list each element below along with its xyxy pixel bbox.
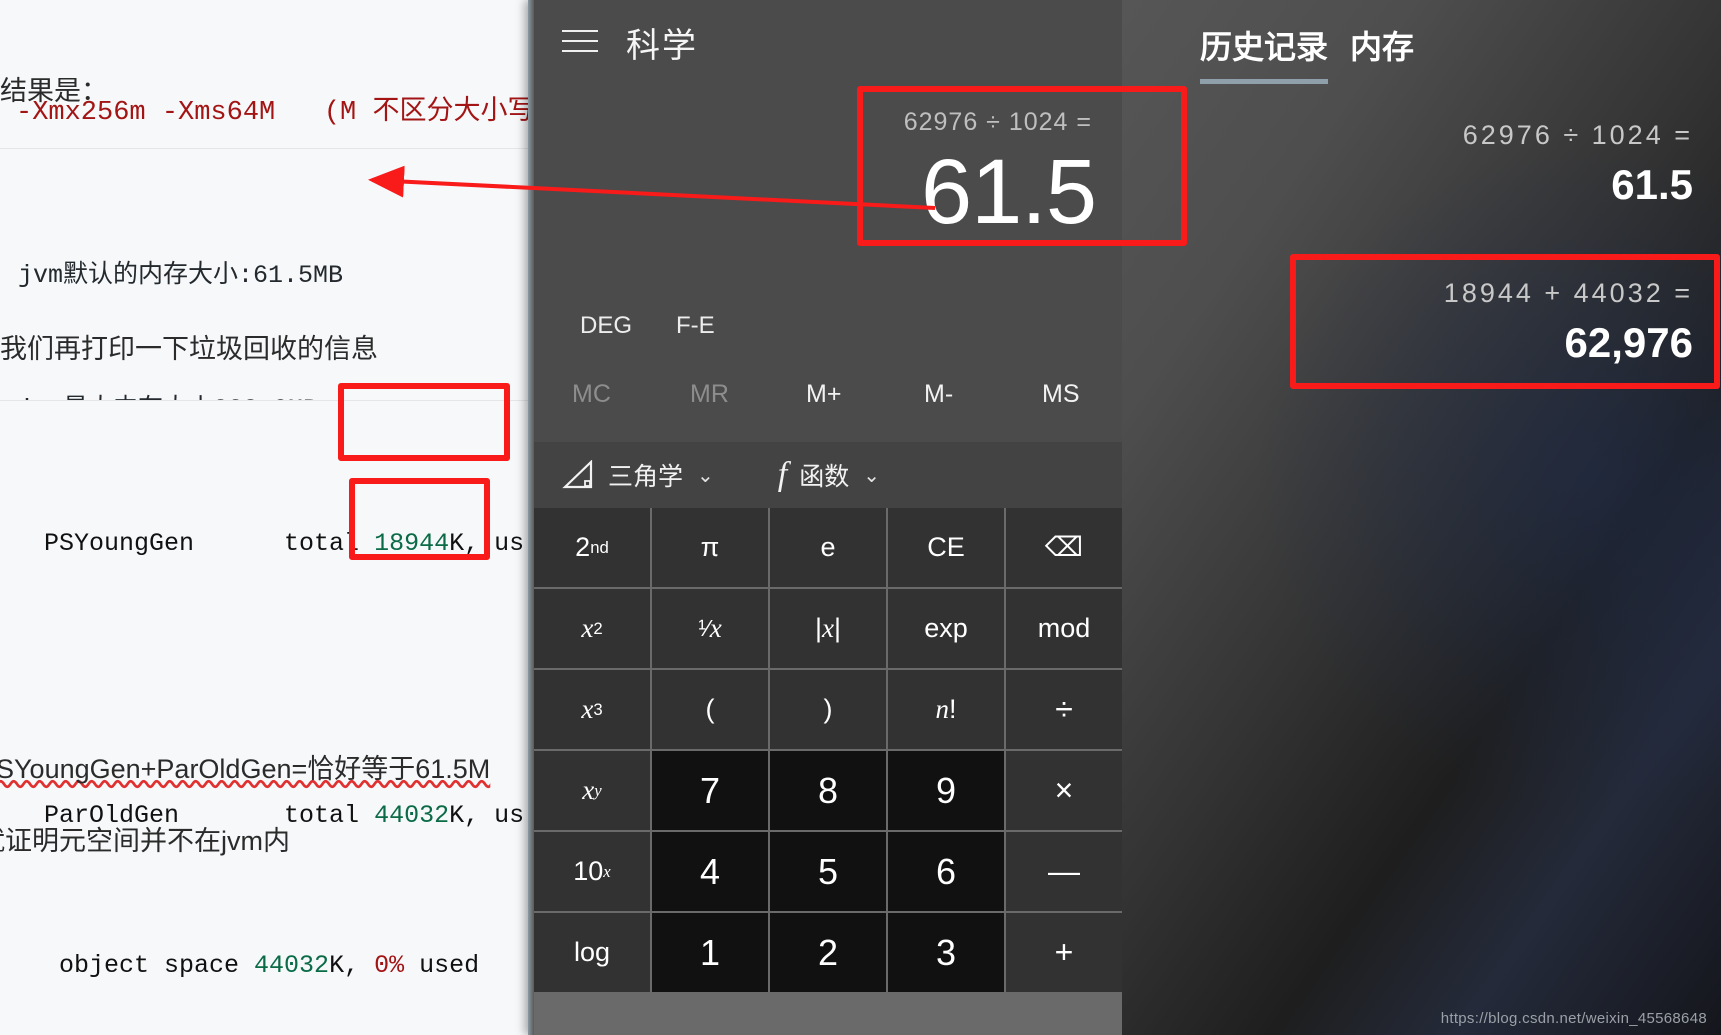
memory-subtract-button[interactable]: M- xyxy=(924,380,953,409)
paragraph-gc: 我们再打印一下垃圾回收的信息 xyxy=(0,334,378,364)
mode-fe-button[interactable]: F-E xyxy=(666,306,725,346)
memory-recall-button[interactable]: MR xyxy=(690,380,729,409)
digit-9-key[interactable]: 9 xyxy=(888,751,1004,830)
calculator-titlebar: 科学 xyxy=(534,0,1122,88)
calculator-keypad: 2nd π e CE ⌫ x 2 ¹⁄ x | x | exp mod x 3() n! ÷ x y 7 8 9 × 10 x 4 5… xyxy=(534,508,1122,1035)
display-expression: 62976 ÷ 1024 = xyxy=(903,108,1092,136)
trigonometry-dropdown[interactable]: 三角学 ⌄ xyxy=(562,457,714,493)
history-expression: 62976 ÷ 1024 = xyxy=(1462,120,1693,150)
minus-key[interactable]: — xyxy=(1006,832,1122,911)
log-key[interactable]: log xyxy=(534,913,650,992)
digit-5-key[interactable]: 5 xyxy=(770,832,886,911)
digit-4-key[interactable]: 4 xyxy=(652,832,768,911)
second-key[interactable]: 2nd xyxy=(534,508,650,587)
chevron-down-icon: ⌄ xyxy=(863,464,881,487)
memory-store-button[interactable]: MS xyxy=(1042,380,1080,409)
ten-power-key[interactable]: 10 x xyxy=(534,832,650,911)
history-panel: 历史记录 内存 62976 ÷ 1024 = 61.5 18944 + 4403… xyxy=(1122,0,1721,1035)
digit-8-key[interactable]: 8 xyxy=(770,751,886,830)
memory-add-button[interactable]: M+ xyxy=(806,380,841,409)
divide-key[interactable]: ÷ xyxy=(1006,670,1122,749)
multiply-key[interactable]: × xyxy=(1006,751,1122,830)
digit-3-key[interactable]: 3 xyxy=(888,913,1004,992)
backspace-key[interactable]: ⌫ xyxy=(1006,508,1122,587)
code-line: jvm默认的内存大小:61.5MB xyxy=(18,261,344,290)
code-line: PSYoungGen total 18944K, us xyxy=(14,529,525,558)
trigonometry-label: 三角学 xyxy=(608,463,684,491)
functions-label: 函数 xyxy=(799,463,850,491)
plus-key[interactable]: + xyxy=(1006,913,1122,992)
close-paren-key[interactable]: ) xyxy=(770,670,886,749)
factorial-key[interactable]: n! xyxy=(888,670,1004,749)
article-pane: -Xmx256m -Xms64M (M 不区分大小写) 结果是： jvm默认的内… xyxy=(0,0,535,1035)
digit-2-key[interactable]: 2 xyxy=(770,913,886,992)
code-block-gc: PSYoungGen total 18944K, us ParOldGen to… xyxy=(0,400,535,1035)
function-f-icon: f xyxy=(777,456,788,493)
display-result: 61.5 xyxy=(920,141,1097,243)
clear-entry-key[interactable]: CE xyxy=(888,508,1004,587)
triangle-icon xyxy=(562,460,593,489)
history-result: 61.5 xyxy=(1611,161,1693,208)
square-key[interactable]: x2 xyxy=(534,589,650,668)
open-paren-key[interactable]: ( xyxy=(652,670,768,749)
mode-indicator-row: DEG F-E xyxy=(534,288,1122,368)
history-memory-tabs: 历史记录 内存 xyxy=(1122,22,1721,92)
digit-6-key[interactable]: 6 xyxy=(888,832,1004,911)
watermark-text: https://blog.csdn.net/weixin_45568648 xyxy=(1440,1010,1707,1027)
function-selector-row: 三角学 ⌄ f 函数 ⌄ xyxy=(534,442,1122,508)
history-result: 62,976 xyxy=(1564,319,1693,366)
tab-memory-label: 内存 xyxy=(1350,29,1415,65)
tab-history[interactable]: 历史记录 xyxy=(1200,22,1329,84)
memory-clear-button[interactable]: MC xyxy=(572,380,611,409)
history-expression: 18944 + 44032 = xyxy=(1443,278,1693,308)
paragraph-result: 结果是： xyxy=(0,76,108,106)
history-item[interactable]: 62976 ÷ 1024 = 61.5 xyxy=(1463,120,1693,209)
tab-active-underline xyxy=(1200,79,1329,84)
mod-key[interactable]: mod xyxy=(1006,589,1122,668)
absolute-key[interactable]: | x | xyxy=(770,589,886,668)
tab-memory[interactable]: 内存 xyxy=(1350,22,1414,78)
code-line: object space 44032K, 0% used xyxy=(14,951,480,980)
cube-key[interactable]: x3 xyxy=(534,670,650,749)
functions-dropdown[interactable]: f 函数 ⌄ xyxy=(778,456,880,494)
calculator-window: 科学 62976 ÷ 1024 = 61.5 DEG F-E MC MR M+ … xyxy=(528,0,1721,1035)
digit-1-key[interactable]: 1 xyxy=(652,913,768,992)
calculator-display: 62976 ÷ 1024 = 61.5 xyxy=(534,88,1122,288)
exp-key[interactable]: exp xyxy=(888,589,1004,668)
digit-7-key[interactable]: 7 xyxy=(652,751,768,830)
pi-key[interactable]: π xyxy=(652,508,768,587)
page-title: 科学 xyxy=(626,27,698,65)
mode-deg-button[interactable]: DEG xyxy=(570,306,642,346)
euler-key[interactable]: e xyxy=(770,508,886,587)
paragraph-sum: PSYoungGen+ParOldGen=恰好等于61.5M xyxy=(0,754,491,784)
chevron-down-icon: ⌄ xyxy=(697,464,714,487)
memory-button-row: MC MR M+ M- MS xyxy=(534,368,1122,438)
paragraph-conclusion: 就证明元空间并不在jvm内 xyxy=(0,826,290,856)
hamburger-icon[interactable] xyxy=(562,26,598,56)
power-key[interactable]: xy xyxy=(534,751,650,830)
history-item[interactable]: 18944 + 44032 = 62,976 xyxy=(1444,278,1693,367)
reciprocal-key[interactable]: ¹⁄ x xyxy=(652,589,768,668)
tab-history-label: 历史记录 xyxy=(1200,29,1329,65)
